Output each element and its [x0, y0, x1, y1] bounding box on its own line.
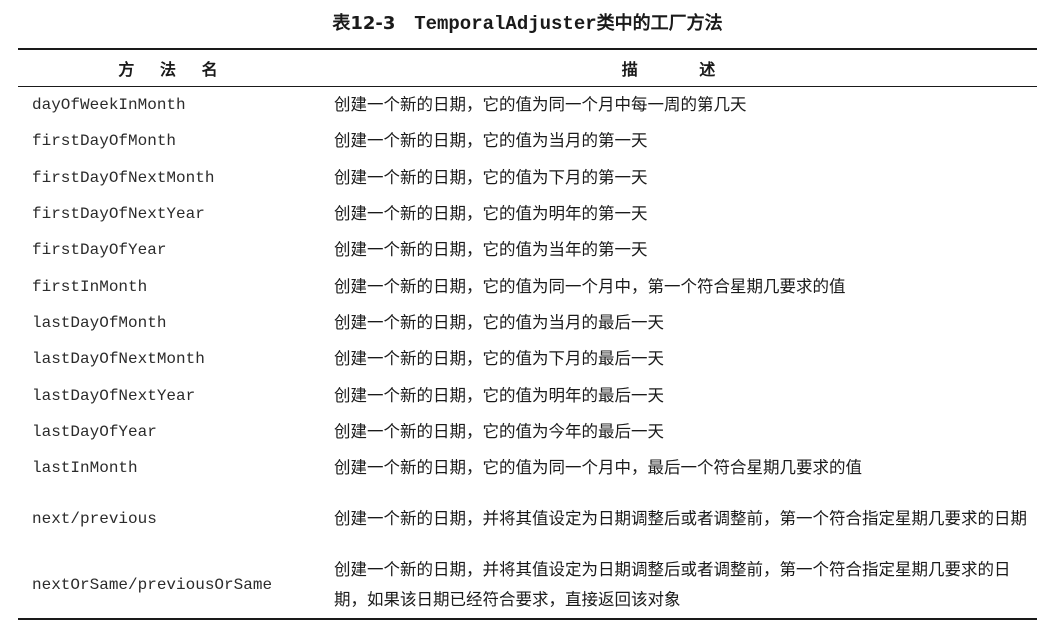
- method-description: 创建一个新的日期，并将其值设定为日期调整后或者调整前，第一个符合指定星期几要求的…: [334, 509, 1027, 529]
- method-name: firstInMonth: [32, 277, 148, 296]
- method-description: 创建一个新的日期，它的值为同一个月中每一周的第几天: [334, 95, 747, 115]
- table-header: 方 法 名 描 述: [18, 50, 1037, 86]
- table-row: nextOrSame/previousOrSame 创建一个新的日期，并将其值设定…: [18, 552, 1037, 618]
- bottom-rule: [18, 618, 1037, 621]
- method-name: firstDayOfNextYear: [32, 205, 205, 224]
- method-name: dayOfWeekInMonth: [32, 96, 186, 115]
- method-description: 创建一个新的日期，它的值为下月的第一天: [334, 167, 648, 187]
- table-caption: 表12-3 TemporalAdjuster类中的工厂方法: [0, 12, 1055, 36]
- method-name: lastInMonth: [32, 459, 138, 478]
- header-method: 方 法 名: [118, 60, 228, 79]
- method-name: lastDayOfMonth: [32, 313, 167, 332]
- method-description: 创建一个新的日期，它的值为当月的第一天: [334, 131, 648, 151]
- table-row: dayOfWeekInMonth 创建一个新的日期，它的值为同一个月中每一周的第几…: [18, 87, 1037, 123]
- table-row: lastDayOfNextYear 创建一个新的日期，它的值为明年的最后一天: [18, 377, 1037, 413]
- table-row: lastDayOfNextMonth 创建一个新的日期，它的值为下月的最后一天: [18, 341, 1037, 377]
- method-name: firstDayOfYear: [32, 241, 167, 260]
- method-name: lastDayOfNextYear: [32, 386, 196, 405]
- method-name: next/previous: [32, 510, 157, 529]
- table-row: next/previous 创建一个新的日期，并将其值设定为日期调整后或者调整前，…: [18, 486, 1037, 552]
- table-row: firstDayOfYear 创建一个新的日期，它的值为当年的第一天: [18, 232, 1037, 268]
- table-row: firstInMonth 创建一个新的日期，它的值为同一个月中，第一个符合星期几要…: [18, 268, 1037, 304]
- method-description: 创建一个新的日期，它的值为同一个月中，最后一个符合星期几要求的值: [334, 458, 862, 478]
- method-description: 创建一个新的日期，它的值为下月的最后一天: [334, 349, 664, 369]
- method-description: 创建一个新的日期，它的值为今年的最后一天: [334, 421, 664, 441]
- caption-prefix: 表12-3: [332, 13, 396, 34]
- method-description: 创建一个新的日期，它的值为明年的最后一天: [334, 385, 664, 405]
- method-name: firstDayOfMonth: [32, 132, 177, 151]
- method-name: lastDayOfYear: [32, 422, 157, 441]
- method-description: 创建一个新的日期，它的值为同一个月中，第一个符合星期几要求的值: [334, 276, 846, 296]
- table-row: lastInMonth 创建一个新的日期，它的值为同一个月中，最后一个符合星期几要…: [18, 450, 1037, 486]
- method-name: firstDayOfNextMonth: [32, 168, 215, 187]
- caption-code: TemporalAdjuster: [414, 13, 597, 35]
- table-row: firstDayOfMonth 创建一个新的日期，它的值为当月的第一天: [18, 123, 1037, 159]
- method-name: nextOrSame/previousOrSame: [32, 576, 273, 595]
- method-description: 创建一个新的日期，它的值为当年的第一天: [334, 240, 648, 260]
- caption-suffix: 类中的工厂方法: [596, 13, 723, 34]
- method-description: 创建一个新的日期，它的值为当月的最后一天: [334, 312, 664, 332]
- method-description: 创建一个新的日期，并将其值设定为日期调整后或者调整前，第一个符合指定星期几要求的…: [334, 560, 1011, 610]
- factory-methods-table: 方 法 名 描 述 dayOfWeekInMonth 创建一个新的日期，它的值为同…: [18, 48, 1037, 621]
- method-name: lastDayOfNextMonth: [32, 350, 205, 369]
- table-row: firstDayOfNextYear 创建一个新的日期，它的值为明年的第一天: [18, 196, 1037, 232]
- header-description: 描 述: [621, 60, 744, 79]
- table-body: dayOfWeekInMonth 创建一个新的日期，它的值为同一个月中每一周的第几…: [18, 87, 1037, 618]
- table-row: lastDayOfMonth 创建一个新的日期，它的值为当月的最后一天: [18, 305, 1037, 341]
- method-description: 创建一个新的日期，它的值为明年的第一天: [334, 204, 648, 224]
- table-row: lastDayOfYear 创建一个新的日期，它的值为今年的最后一天: [18, 414, 1037, 450]
- table-row: firstDayOfNextMonth 创建一个新的日期，它的值为下月的第一天: [18, 160, 1037, 196]
